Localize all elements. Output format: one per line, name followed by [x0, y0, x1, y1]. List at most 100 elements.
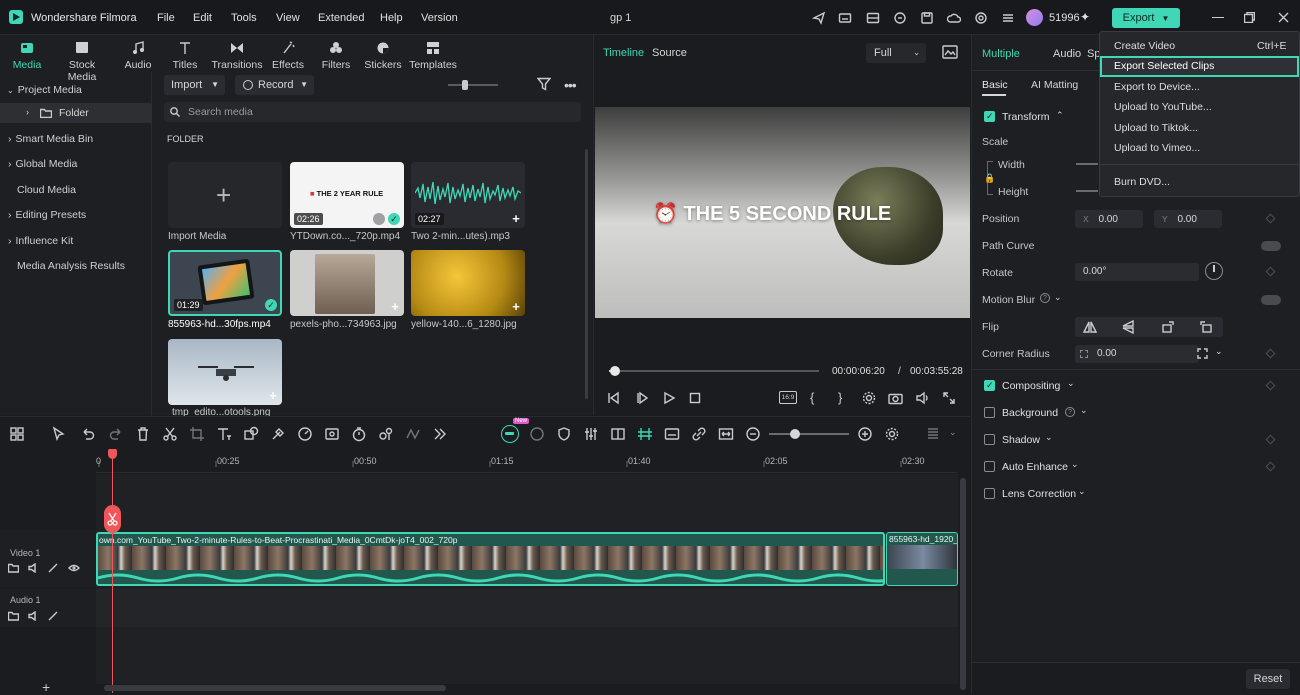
import-media-tile[interactable]: + — [168, 162, 282, 228]
previous-frame-icon[interactable] — [606, 391, 620, 405]
camera-icon[interactable] — [888, 391, 903, 405]
keyframe-icon[interactable] — [1265, 348, 1276, 359]
split-scissors-button[interactable] — [104, 505, 121, 533]
send-icon[interactable] — [812, 11, 826, 25]
menu-version[interactable]: Version — [421, 12, 458, 24]
media-item-image-1[interactable]: + — [290, 250, 404, 316]
tab-source[interactable]: Source — [652, 47, 687, 59]
sidebar-item-cloud-media[interactable]: Cloud Media — [17, 184, 76, 196]
shield-icon[interactable] — [556, 426, 572, 442]
add-icon[interactable]: + — [267, 389, 279, 402]
menu-view[interactable]: View — [276, 12, 300, 24]
menu-item-burn-dvd[interactable]: Burn DVD... — [1114, 176, 1170, 188]
help-icon[interactable]: ? — [1040, 293, 1050, 303]
link-icon[interactable] — [691, 426, 707, 442]
timer-icon[interactable] — [351, 426, 367, 442]
sidebar-item-smart-media-bin[interactable]: › Smart Media Bin — [8, 133, 93, 145]
settings-icon[interactable] — [862, 391, 876, 405]
stop-icon[interactable] — [689, 392, 701, 404]
crop-icon[interactable] — [189, 426, 205, 442]
ai-copilot-icon[interactable] — [501, 425, 519, 443]
volume-icon[interactable] — [28, 611, 39, 621]
video-clip-1[interactable]: own.com_YouTube_Two-2-minute-Rules-to-Be… — [96, 532, 885, 586]
volume-icon[interactable] — [28, 563, 39, 573]
expand-icon[interactable] — [1197, 348, 1208, 359]
background-checkbox[interactable] — [984, 407, 995, 418]
search-input[interactable]: Search media — [164, 102, 581, 122]
record-button[interactable]: Record ▼ — [235, 75, 314, 95]
menu-item-upload-tiktok[interactable]: Upload to Tiktok... — [1114, 122, 1198, 134]
keyframe-icon[interactable] — [1265, 461, 1276, 472]
timeline-h-scrollbar[interactable] — [104, 685, 446, 691]
lock-icon[interactable]: 🔒 — [984, 173, 995, 184]
audio-mix-icon[interactable] — [583, 426, 599, 442]
folder-icon[interactable] — [8, 611, 19, 621]
import-button[interactable]: Import ▼ — [164, 75, 225, 95]
more-options-icon[interactable]: ••• — [564, 77, 577, 93]
menu-item-export-to-device[interactable]: Export to Device... — [1114, 81, 1200, 93]
chevron-down-icon[interactable]: ⌄ — [1045, 432, 1053, 443]
thumbnail-size-slider[interactable] — [448, 80, 498, 90]
sidebar-item-project-media[interactable]: ⌄ Project Media — [7, 84, 82, 96]
subtitle-icon[interactable] — [664, 426, 680, 442]
close-icon[interactable] — [1278, 12, 1289, 23]
support-icon[interactable] — [974, 11, 988, 25]
mark-out-icon[interactable]: } — [838, 390, 842, 405]
tab-audio[interactable]: Audio — [111, 39, 165, 71]
reset-button[interactable]: Reset — [1246, 669, 1290, 689]
tab-media[interactable]: Media — [0, 39, 54, 71]
sidebar-item-editing-presets[interactable]: › Editing Presets — [8, 209, 86, 221]
keyframe-icon[interactable] — [1265, 266, 1276, 277]
color-icon[interactable] — [270, 426, 286, 442]
undo-icon[interactable] — [80, 426, 96, 442]
mark-in-icon[interactable]: { — [810, 390, 814, 405]
tab-templates[interactable]: Templates — [406, 39, 460, 71]
playhead-handle[interactable] — [108, 449, 117, 459]
flip-horizontal-icon[interactable] — [1083, 320, 1097, 334]
zoom-in-icon[interactable] — [857, 426, 873, 442]
height-slider[interactable] — [1076, 190, 1098, 192]
slider-knob[interactable] — [462, 80, 468, 90]
quality-select[interactable]: Full ⌄ — [866, 43, 926, 63]
media-item-image-3[interactable]: + — [168, 339, 282, 405]
menu-item-upload-vimeo[interactable]: Upload to Vimeo... — [1114, 142, 1200, 154]
menu-tools[interactable]: Tools — [231, 12, 257, 24]
chevron-down-icon[interactable]: ⌄ — [1054, 292, 1062, 303]
tab-audio-props[interactable]: Audio — [1053, 48, 1081, 60]
menu-item-create-video[interactable]: Create Video — [1114, 40, 1175, 52]
chevron-down-icon[interactable]: ⌄ — [1071, 459, 1079, 470]
auto-enhance-checkbox[interactable] — [984, 461, 995, 472]
shadow-checkbox[interactable] — [984, 434, 995, 445]
menu-extended[interactable]: Extended — [318, 12, 364, 24]
chevron-down-icon[interactable]: ⌄ — [1215, 346, 1223, 357]
current-time-field[interactable]: 00:00:06:20 — [827, 362, 887, 380]
save-icon[interactable] — [920, 11, 934, 25]
keyframe-icon[interactable] — [1265, 434, 1276, 445]
media-item-audio-1[interactable]: 02:27 + — [411, 162, 525, 228]
play-step-icon[interactable] — [635, 391, 649, 405]
rotate-field[interactable]: 0.00° — [1075, 263, 1199, 281]
lens-correction-checkbox[interactable] — [984, 488, 995, 499]
media-item-video-2[interactable]: 01:29 ✓ — [168, 250, 282, 316]
video-preview[interactable]: ⏰ THE 5 SECOND RULE — [595, 107, 970, 318]
lock-track-icon[interactable] — [48, 611, 59, 621]
compositing-checkbox[interactable]: ✓ — [984, 380, 995, 391]
chevron-down-icon[interactable]: ⌄ — [1067, 378, 1075, 389]
progress-knob[interactable] — [610, 366, 621, 376]
shape-icon[interactable] — [243, 426, 259, 442]
library-scrollbar[interactable] — [585, 149, 588, 399]
add-icon[interactable]: + — [510, 300, 522, 313]
menu-item-upload-youtube[interactable]: Upload to YouTube... — [1114, 101, 1212, 113]
redo-icon[interactable] — [108, 426, 124, 442]
aspect-ratio-icon[interactable]: 16:9 — [779, 391, 797, 404]
zoom-slider-knob[interactable] — [790, 429, 800, 439]
motion-tracking-icon[interactable] — [378, 426, 394, 442]
sidebar-item-global-media[interactable]: › Global Media — [8, 158, 77, 170]
more-tools-icon[interactable] — [432, 426, 448, 442]
tab-stickers[interactable]: Stickers — [356, 39, 410, 71]
zoom-slider[interactable] — [769, 429, 849, 439]
tab-effects[interactable]: Effects — [261, 39, 315, 71]
lock-track-icon[interactable] — [48, 563, 59, 573]
chevron-down-icon[interactable]: ⌄ — [1080, 405, 1088, 416]
position-x-field[interactable]: X 0.00 — [1075, 210, 1143, 228]
